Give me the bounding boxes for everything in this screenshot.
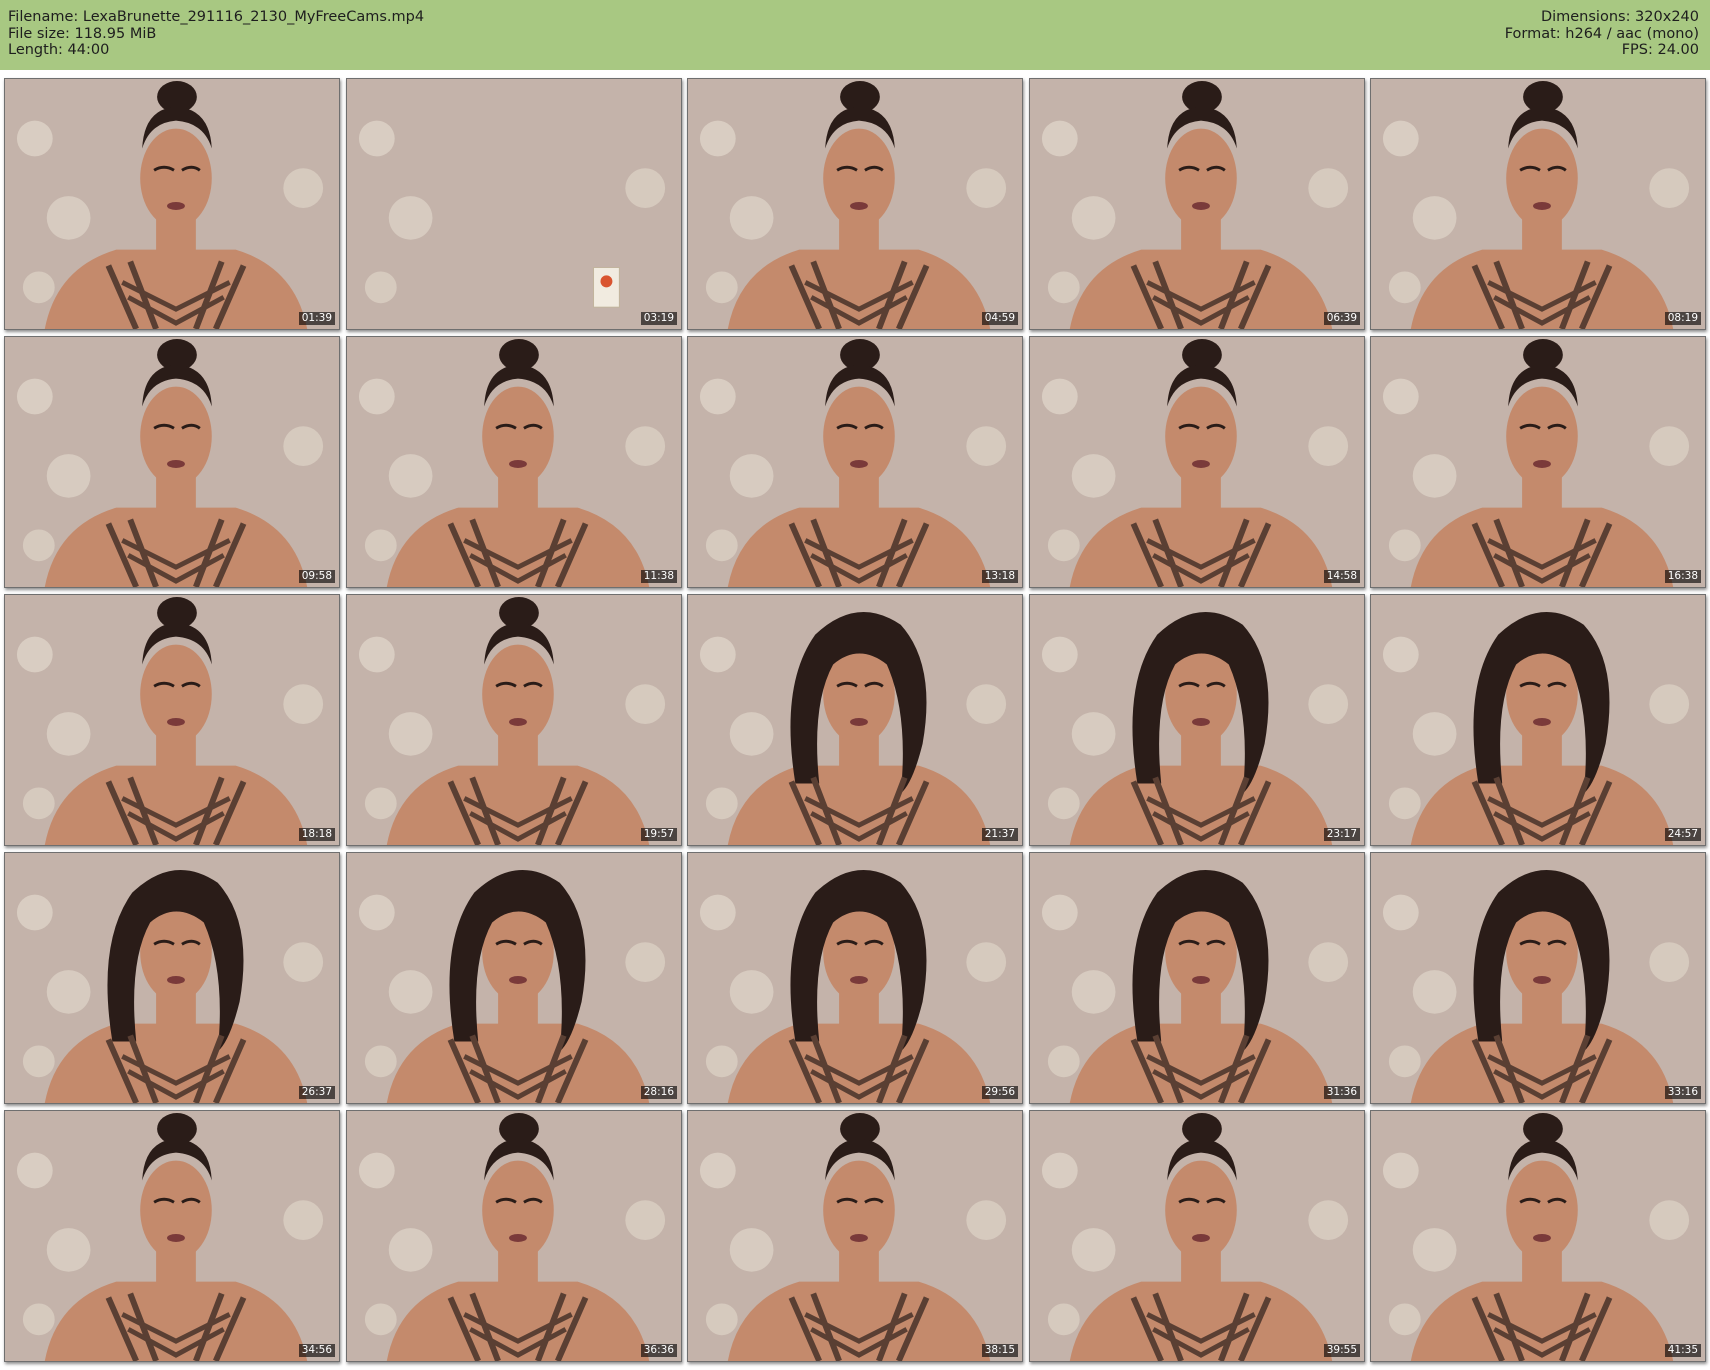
frame-image <box>5 79 339 329</box>
frame-image <box>1030 1111 1364 1361</box>
filename-text: Filename: LexaBrunette_291116_2130_MyFre… <box>8 9 425 25</box>
video-thumbnail: 31:36 <box>1029 852 1365 1104</box>
frame-image <box>688 79 1022 329</box>
dimensions-text: Dimensions: 320x240 <box>1540 9 1699 25</box>
video-thumbnail: 41:35 <box>1370 1110 1706 1362</box>
video-thumbnail: 34:56 <box>4 1110 340 1362</box>
timestamp-label: 28:16 <box>640 1086 677 1099</box>
video-thumbnail: 04:59 <box>687 78 1023 330</box>
video-thumbnail: 16:38 <box>1370 336 1706 588</box>
frame-image <box>688 337 1022 587</box>
frame-image <box>347 853 681 1103</box>
timestamp-label: 16:38 <box>1664 570 1701 583</box>
video-thumbnail: 13:18 <box>687 336 1023 588</box>
timestamp-label: 01:39 <box>298 312 335 325</box>
frame-image <box>347 337 681 587</box>
frame-image <box>1030 337 1364 587</box>
thumbnail-grid: 01:39 03:19 04:59 06:39 08:19 09:58 11:38 13:18… <box>4 78 1707 1368</box>
timestamp-label: 13:18 <box>981 570 1018 583</box>
video-thumbnail: 08:19 <box>1370 78 1706 330</box>
fps-text: FPS: 24.00 <box>1621 42 1699 58</box>
timestamp-label: 41:35 <box>1664 1344 1701 1357</box>
timestamp-label: 14:58 <box>1323 570 1360 583</box>
timestamp-label: 11:38 <box>640 570 677 583</box>
timestamp-label: 03:19 <box>640 312 677 325</box>
frame-image <box>688 853 1022 1103</box>
video-thumbnail: 21:37 <box>687 594 1023 846</box>
video-thumbnail: 36:36 <box>346 1110 682 1362</box>
video-thumbnail: 29:56 <box>687 852 1023 1104</box>
video-thumbnail: 18:18 <box>4 594 340 846</box>
timestamp-label: 24:57 <box>1664 828 1701 841</box>
video-thumbnail: 06:39 <box>1029 78 1365 330</box>
video-thumbnail: 19:57 <box>346 594 682 846</box>
video-thumbnail: 23:17 <box>1029 594 1365 846</box>
timestamp-label: 08:19 <box>1664 312 1701 325</box>
frame-image <box>688 595 1022 845</box>
timestamp-label: 09:58 <box>298 570 335 583</box>
timestamp-label: 39:55 <box>1323 1344 1360 1357</box>
video-thumbnail: 03:19 <box>346 78 682 330</box>
frame-image <box>5 337 339 587</box>
frame-image <box>5 595 339 845</box>
frame-image <box>1371 853 1705 1103</box>
timestamp-label: 06:39 <box>1323 312 1360 325</box>
video-thumbnail: 26:37 <box>4 852 340 1104</box>
frame-image <box>5 1111 339 1361</box>
video-thumbnail: 33:16 <box>1370 852 1706 1104</box>
video-thumbnail: 09:58 <box>4 336 340 588</box>
video-thumbnail: 11:38 <box>346 336 682 588</box>
timestamp-label: 29:56 <box>981 1086 1018 1099</box>
frame-image <box>688 1111 1022 1361</box>
frame-image <box>347 79 681 329</box>
frame-image <box>347 595 681 845</box>
timestamp-label: 38:15 <box>981 1344 1018 1357</box>
video-thumbnail: 01:39 <box>4 78 340 330</box>
frame-image <box>5 853 339 1103</box>
file-size-text: File size: 118.95 MiB <box>8 25 157 42</box>
frame-image <box>1371 337 1705 587</box>
timestamp-label: 04:59 <box>981 312 1018 325</box>
frame-image <box>1371 595 1705 845</box>
timestamp-label: 33:16 <box>1664 1086 1701 1099</box>
video-thumbnail: 38:15 <box>687 1110 1023 1362</box>
timestamp-label: 31:36 <box>1323 1086 1360 1099</box>
frame-image <box>1371 79 1705 329</box>
frame-image <box>1030 853 1364 1103</box>
frame-image <box>1371 1111 1705 1361</box>
info-header: Filename: LexaBrunette_291116_2130_MyFre… <box>0 0 1710 70</box>
frame-image <box>1030 595 1364 845</box>
timestamp-label: 26:37 <box>298 1086 335 1099</box>
timestamp-label: 34:56 <box>298 1344 335 1357</box>
timestamp-label: 18:18 <box>298 828 335 841</box>
frame-image <box>347 1111 681 1361</box>
length-text: Length: 44:00 <box>8 42 110 58</box>
video-thumbnail: 28:16 <box>346 852 682 1104</box>
video-thumbnail: 39:55 <box>1029 1110 1365 1362</box>
frame-image <box>1030 79 1364 329</box>
file-info-left: Filename: LexaBrunette_291116_2130_MyFre… <box>8 9 424 59</box>
timestamp-label: 19:57 <box>640 828 677 841</box>
video-thumbnail: 24:57 <box>1370 594 1706 846</box>
format-text: Format: h264 / aac (mono) <box>1504 25 1699 42</box>
timestamp-label: 23:17 <box>1323 828 1360 841</box>
timestamp-label: 36:36 <box>640 1344 677 1357</box>
timestamp-label: 21:37 <box>981 828 1018 841</box>
video-thumbnail: 14:58 <box>1029 336 1365 588</box>
file-info-right: Dimensions: 320x240 Format: h264 / aac (… <box>1505 9 1699 59</box>
